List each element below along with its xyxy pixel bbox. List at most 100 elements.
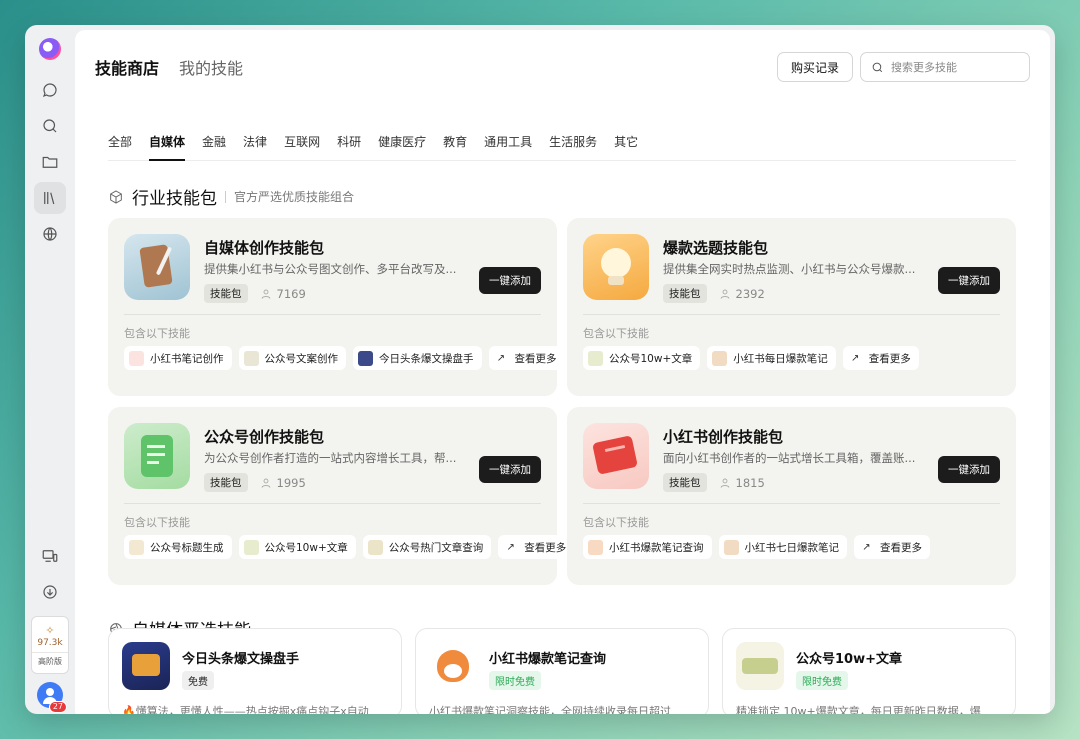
- chip-label: 今日头条爆文操盘手: [379, 352, 474, 365]
- purchase-history-button[interactable]: 购买记录: [776, 52, 853, 82]
- sparkle-icon: ✧: [45, 623, 55, 637]
- user-avatar[interactable]: 27: [37, 682, 67, 713]
- divider: [583, 503, 1000, 504]
- add-pack-button[interactable]: 一键添加: [938, 456, 1000, 483]
- view-more-button[interactable]: ↗ 查看更多: [854, 535, 930, 559]
- devices-icon: [42, 550, 58, 562]
- skill-desc: 🔥懂算法，更懂人性——热点按掘x痛点钩子x自动: [122, 705, 369, 714]
- chip-label: 查看更多: [868, 352, 911, 365]
- globe-nav-button[interactable]: [34, 218, 66, 250]
- chip-label: 公众号热门文章查询: [388, 541, 484, 554]
- pack-card[interactable]: 爆款选题技能包 提供集全网实时热点监测、小红书与公众号爆款... 技能包 239…: [567, 218, 1016, 396]
- title-icon: [129, 539, 144, 555]
- skill-card[interactable]: 小红书爆款笔记查询 限时免费 小红书爆款笔记洞察技能，全网持续收录每日超过: [415, 628, 709, 714]
- pack-user-count: 2392: [735, 286, 765, 301]
- library-nav-button[interactable]: [34, 182, 66, 214]
- chip-label: 公众号10w+文章: [264, 541, 348, 554]
- skill-chip[interactable]: 公众号标题生成: [124, 535, 232, 559]
- view-more-button[interactable]: ↗ 查看更多: [842, 346, 919, 370]
- headline-icon: [358, 350, 373, 366]
- chip-label: 公众号10w+文章: [609, 352, 693, 365]
- pack-tag: 技能包: [663, 284, 707, 303]
- skill-card[interactable]: 公众号10w+文章 限时免费 精准锁定 10w+爆款文章，每日更新昨日数据，爆: [722, 628, 1016, 714]
- pack-tag: 技能包: [204, 284, 248, 303]
- category-tab-internet[interactable]: 互联网: [284, 130, 320, 161]
- pack-desc: 提供集全网实时热点监测、小红书与公众号爆款...: [663, 262, 916, 276]
- category-tab-life[interactable]: 生活服务: [549, 130, 597, 161]
- skill-chip[interactable]: 小红书七日爆款笔记: [718, 535, 847, 559]
- skill-chip[interactable]: 小红书笔记创作: [124, 346, 232, 370]
- library-icon: [44, 192, 55, 205]
- daily-note-icon: [712, 350, 728, 366]
- skill-chip[interactable]: 公众号10w+文章: [583, 346, 701, 370]
- user-icon: [720, 289, 729, 299]
- skill-chip[interactable]: 今日头条爆文操盘手: [353, 346, 482, 370]
- skill-price-badge: 免费: [182, 671, 214, 690]
- category-tab-health[interactable]: 健康医疗: [378, 130, 426, 161]
- pack-user-count: 1995: [276, 475, 306, 490]
- category-tab-media[interactable]: 自媒体: [149, 130, 186, 161]
- download-icon: [43, 585, 57, 599]
- chip-label: 小红书每日爆款笔记: [733, 352, 828, 365]
- red-book-pack-icon: [583, 423, 649, 489]
- included-label: 包含以下技能: [124, 327, 190, 340]
- category-tab-other[interactable]: 其它: [614, 130, 638, 161]
- red-note-icon: [129, 350, 144, 366]
- pack-desc: 为公众号创作者打造的一站式内容增长工具，帮...: [204, 451, 457, 465]
- category-tab-finance[interactable]: 金融: [202, 130, 226, 161]
- pack-card[interactable]: 公众号创作技能包 为公众号创作者打造的一站式内容增长工具，帮... 技能包 19…: [108, 407, 575, 585]
- chat-bubble-icon: [42, 83, 57, 98]
- included-label: 包含以下技能: [583, 327, 649, 340]
- divider: [124, 314, 541, 315]
- category-tab-research[interactable]: 科研: [337, 130, 361, 161]
- skill-chip[interactable]: 小红书爆款笔记查询: [583, 535, 712, 559]
- fox-icon: [588, 539, 603, 555]
- document-pack-icon: [124, 423, 190, 489]
- pack-card[interactable]: 小红书创作技能包 面向小红书创作者的一站式增长工具箱，覆盖账... 技能包 18…: [567, 407, 1016, 585]
- skill-desc: 精准锁定 10w+爆款文章，每日更新昨日数据，爆: [736, 705, 981, 714]
- 10w-icon: [243, 539, 259, 555]
- chip-label: 查看更多: [524, 541, 567, 554]
- cube-icon: [110, 189, 122, 204]
- arrow-up-right-icon: ↗: [506, 541, 515, 553]
- category-tab-education[interactable]: 教育: [443, 130, 467, 161]
- chip-label: 小红书笔记创作: [150, 352, 224, 365]
- search-nav-button[interactable]: [34, 110, 66, 142]
- plan-status-box[interactable]: ✧ 97.3k 高阶版: [31, 616, 69, 674]
- app-logo[interactable]: [39, 38, 61, 60]
- chip-label: 小红书爆款笔记查询: [609, 541, 704, 554]
- view-more-button[interactable]: ↗ 查看更多: [498, 535, 575, 559]
- industry-section-header: 行业技能包 官方严选优质技能组合: [108, 184, 354, 209]
- tab-my-skills[interactable]: 我的技能: [179, 55, 243, 79]
- category-tab-tools[interactable]: 通用工具: [484, 130, 532, 161]
- pack-name: 公众号创作技能包: [204, 428, 325, 446]
- pack-meta: 技能包 7169: [204, 284, 306, 303]
- tab-skill-store[interactable]: 技能商店: [95, 55, 159, 79]
- download-nav-button[interactable]: [34, 576, 66, 608]
- add-pack-button[interactable]: 一键添加: [938, 267, 1000, 294]
- search-input[interactable]: 搜索更多技能: [860, 52, 1030, 82]
- category-tab-all[interactable]: 全部: [108, 130, 132, 161]
- add-pack-button[interactable]: 一键添加: [479, 456, 541, 483]
- user-icon: [720, 478, 729, 488]
- view-more-button[interactable]: ↗ 查看更多: [488, 346, 565, 370]
- doc-icon: [243, 350, 259, 366]
- included-skills: 公众号标题生成 公众号10w+文章 公众号热门文章查询 ↗ 查看更多: [124, 535, 581, 559]
- devices-nav-button[interactable]: [34, 540, 66, 572]
- pack-tag: 技能包: [663, 473, 707, 492]
- pack-card[interactable]: 自媒体创作技能包 提供集小红书与公众号图文创作、多平台改写及... 技能包 71…: [108, 218, 565, 396]
- category-tab-law[interactable]: 法律: [243, 130, 267, 161]
- folder-nav-button[interactable]: [34, 146, 66, 178]
- skill-chip[interactable]: 公众号文案创作: [238, 346, 346, 370]
- pack-user-count: 1815: [735, 475, 765, 490]
- chat-nav-button[interactable]: [34, 74, 66, 106]
- skill-name: 公众号10w+文章: [796, 652, 902, 667]
- search-placeholder: 搜索更多技能: [891, 61, 957, 74]
- pack-desc: 面向小红书创作者的一站式增长工具箱，覆盖账...: [663, 451, 916, 465]
- skill-card[interactable]: 今日头条爆文操盘手 免费 🔥懂算法，更懂人性——热点按掘x痛点钩子x自动: [108, 628, 402, 714]
- arrow-up-right-icon: ↗: [851, 352, 860, 364]
- skill-chip[interactable]: 公众号热门文章查询: [362, 535, 492, 559]
- skill-chip[interactable]: 公众号10w+文章: [238, 535, 356, 559]
- add-pack-button[interactable]: 一键添加: [479, 267, 541, 294]
- skill-chip[interactable]: 小红书每日爆款笔记: [707, 346, 836, 370]
